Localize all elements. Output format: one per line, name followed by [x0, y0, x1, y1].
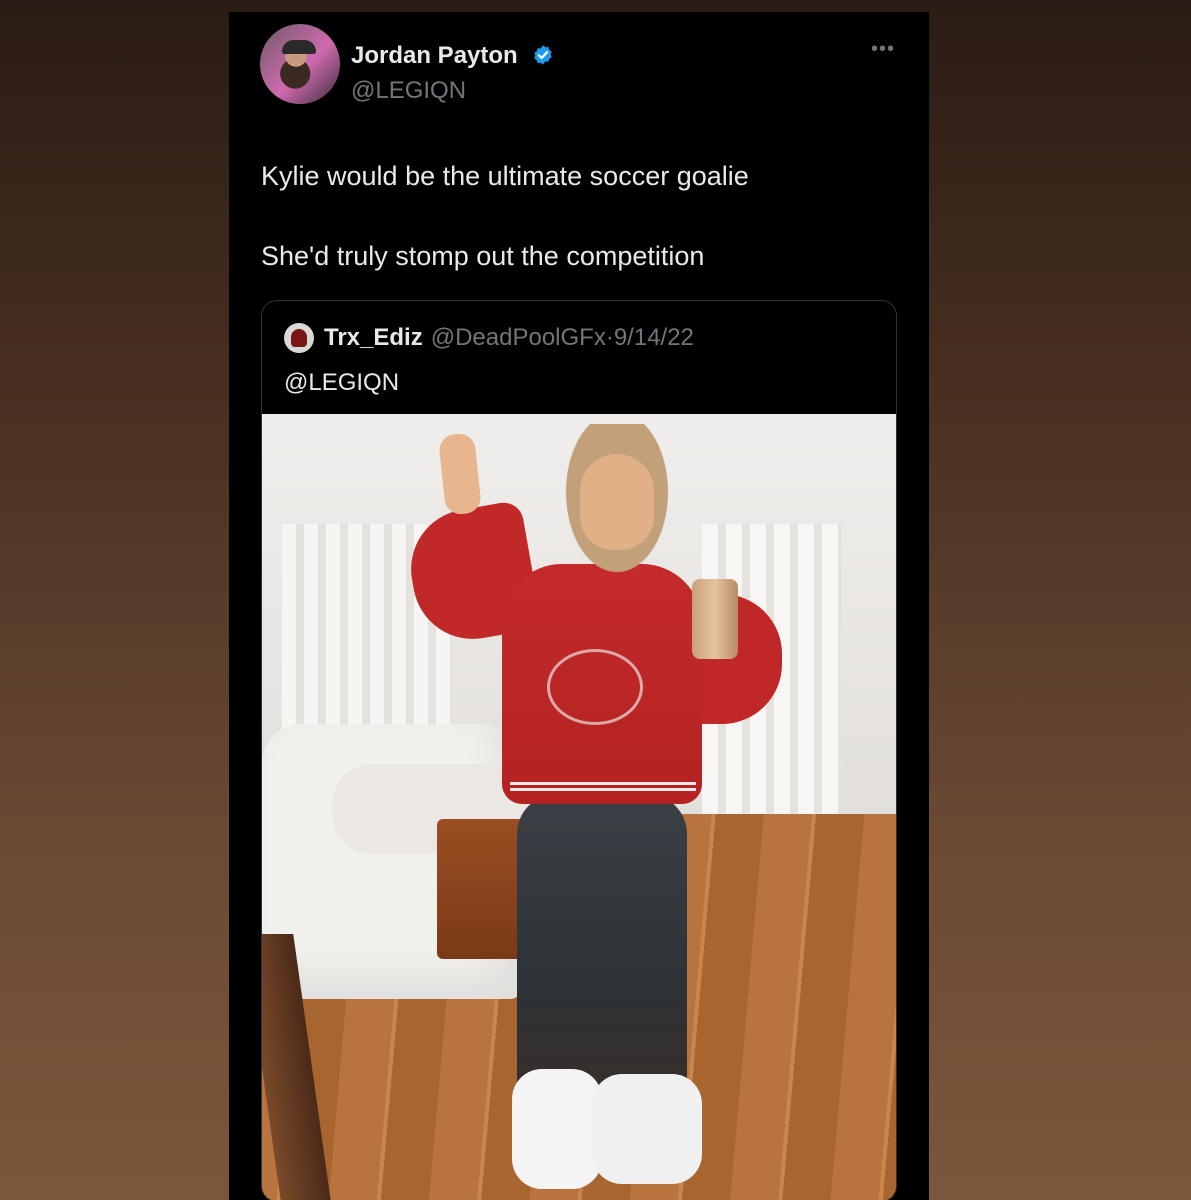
photo-shoe-right — [592, 1074, 702, 1184]
author-name-row[interactable]: Jordan Payton — [351, 42, 554, 70]
photo-shoe-left — [512, 1069, 602, 1189]
quoted-author-name[interactable]: Trx_Ediz — [324, 324, 423, 352]
quoted-tweet-header: Trx_Ediz @DeadPoolGFx · 9/14/22 — [284, 323, 694, 353]
author-avatar[interactable] — [260, 24, 340, 104]
tweet-text-line: Kylie would be the ultimate soccer goali… — [261, 161, 749, 191]
photo-person-legs — [517, 794, 687, 1114]
quoted-tweet-text[interactable]: @LEGIQN — [284, 369, 399, 397]
verified-badge-icon — [534, 45, 553, 65]
quoted-tweet-photo[interactable] — [262, 414, 896, 1200]
photo-person-face — [580, 454, 654, 550]
tweet-body: Kylie would be the ultimate soccer goali… — [261, 158, 901, 318]
photo-sweatshirt-crest — [547, 649, 643, 725]
author-display-name[interactable]: Jordan Payton — [351, 42, 518, 69]
tweet-text-line: She'd truly stomp out the competition — [261, 241, 705, 271]
quoted-author-handle[interactable]: @DeadPoolGFx — [431, 324, 606, 352]
photo-phone — [692, 579, 738, 659]
meta-separator: · — [605, 324, 614, 351]
photo-sweatshirt-band — [510, 782, 696, 792]
author-handle[interactable]: @LEGIQN — [351, 77, 466, 105]
quoted-tweet[interactable]: Trx_Ediz @DeadPoolGFx · 9/14/22 @LEGIQN — [261, 300, 897, 1200]
avatar-cap — [282, 40, 316, 54]
quoted-author-avatar[interactable] — [284, 323, 314, 353]
tweet-card: Jordan Payton @LEGIQN ••• Kylie would be… — [229, 12, 929, 1200]
more-horizontal-icon[interactable]: ••• — [871, 38, 895, 61]
quoted-tweet-date[interactable]: 9/14/22 — [614, 324, 694, 352]
